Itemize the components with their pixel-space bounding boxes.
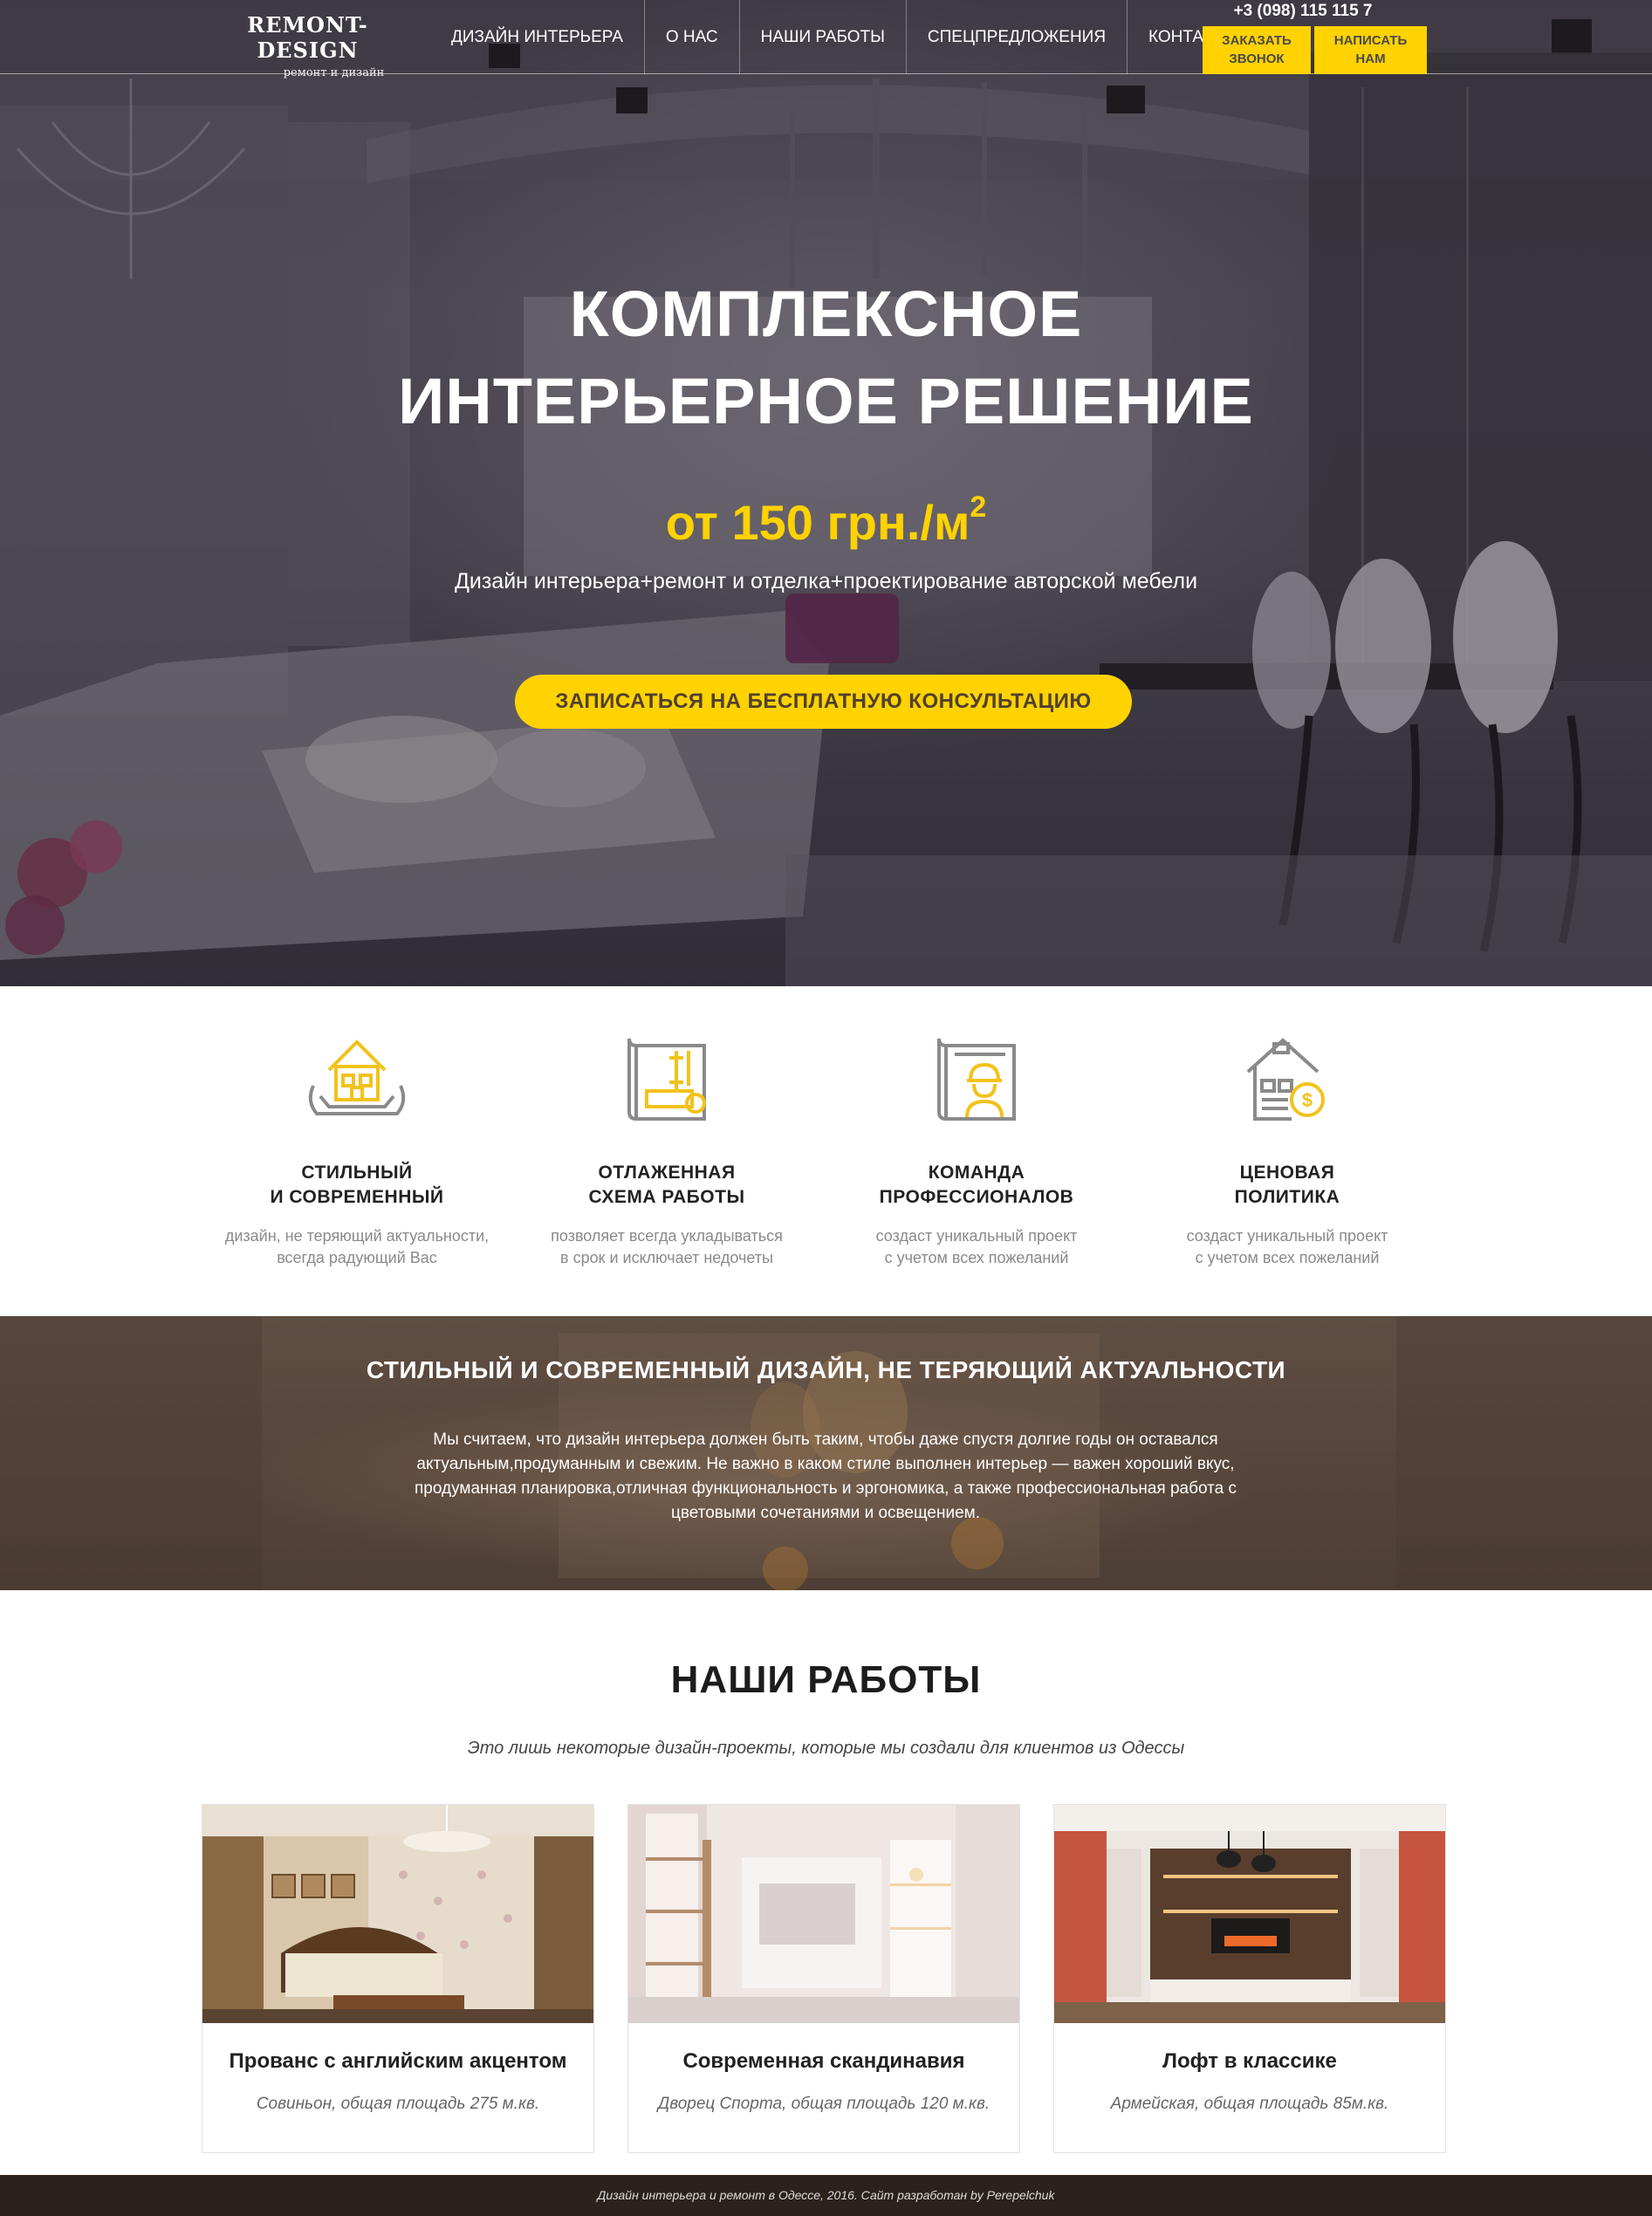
feature-desc-line-2: всегда радующий Вас (277, 1249, 437, 1266)
order-call-button[interactable]: ЗАКАЗАТЬ ЗВОНОК (1203, 26, 1311, 74)
work-title: Прованс с английским акцентом (229, 2049, 567, 2073)
feature-desc-line-1: позволяет всегда укладываться (551, 1227, 783, 1245)
hero-section: REMONT-DESIGN ремонт и дизайн ДИЗАЙН ИНТ… (0, 0, 1652, 986)
nav-item-about[interactable]: О НАС (645, 0, 740, 74)
feature-description: создаст уникальный проект с учетом всех … (1130, 1225, 1444, 1269)
hero-title-line-2: ИНТЕРЬЕРНОЕ РЕШЕНИЕ (398, 365, 1254, 437)
write-us-button[interactable]: НАПИСАТЬ НАМ (1314, 26, 1427, 74)
works-title: НАШИ РАБОТЫ (670, 1658, 982, 1701)
feature-description: создаст уникальный проект с учетом всех … (819, 1225, 1134, 1269)
feature-title: ЦЕНОВАЯ ПОЛИТИКА (1130, 1161, 1444, 1210)
work-title: Современная скандинавия (682, 2049, 965, 2073)
feature-item-team: КОМАНДА ПРОФЕССИОНАЛОВ создаст уникальны… (819, 986, 1134, 1269)
features-section: СТИЛЬНЫЙ И СОВРЕМЕННЫЙ дизайн, не теряющ… (0, 986, 1652, 1316)
work-subtitle: Совиньон, общая площадь 275 м.кв. (256, 2095, 540, 2113)
write-us-label-1: НАПИСАТЬ (1333, 33, 1408, 48)
about-text-line-2: актуальным,продуманным и свежим. Не важн… (416, 1455, 1235, 1473)
feature-item-pricing: $ ЦЕНОВАЯ ПОЛИТИКА создаст уникальный пр… (1130, 986, 1444, 1269)
feature-item-stylish: СТИЛЬНЫЙ И СОВРЕМЕННЫЙ дизайн, не теряющ… (200, 986, 514, 1269)
about-text: Мы считаем, что дизайн интерьера должен … (380, 1428, 1271, 1526)
hero-price-sup: 2 (970, 491, 987, 524)
logo-subtitle: ремонт и дизайн (283, 66, 385, 79)
feature-desc-line-1: создаст уникальный проект (1186, 1227, 1388, 1245)
house-hands-icon (308, 1039, 406, 1115)
feature-desc-line-1: создаст уникальный проект (875, 1227, 1078, 1245)
hero-subtitle: Дизайн интерьера+ремонт и отделка+проект… (454, 569, 1198, 593)
nav-item-interior-design[interactable]: ДИЗАЙН ИНТЕРЬЕРА (430, 0, 645, 74)
hero-title-line-1: КОМПЛЕКСНОЕ (569, 278, 1083, 350)
about-title: СТИЛЬНЫЙ И СОВРЕМЕННЫЙ ДИЗАЙН, НЕ ТЕРЯЮЩ… (366, 1356, 1286, 1383)
price-house-icon: $ (1246, 1038, 1325, 1121)
hero-title: КОМПЛЕКСНОЕ ИНТЕРЬЕРНОЕ РЕШЕНИЕ (0, 271, 1652, 445)
works-subtitle: Это лишь некоторые дизайн-проекты, котор… (467, 1739, 1185, 1758)
site-header: REMONT-DESIGN ремонт и дизайн ДИЗАЙН ИНТ… (0, 0, 1652, 79)
feature-title-line-2: ПРОФЕССИОНАЛОВ (879, 1187, 1074, 1207)
logo-title: REMONT-DESIGN (247, 12, 368, 63)
work-card-provence[interactable]: Прованс с английским акцентом Совиньон, … (202, 1804, 594, 2153)
feature-desc-line-2: с учетом всех пожеланий (884, 1249, 1069, 1266)
order-call-label-2: ЗВОНОК (1229, 51, 1285, 66)
header-contact-box: +3 (098) 115 115 7 ЗАКАЗАТЬ ЗВОНОК НАПИС… (1203, 0, 1429, 74)
work-subtitle: Армейская, общая площадь 85м.кв. (1110, 2095, 1389, 2113)
feature-description: позволяет всегда укладываться в срок и и… (510, 1225, 824, 1269)
blueprint-icon (627, 1038, 706, 1121)
hero-price-text: от 150 грн./м (665, 495, 970, 550)
feature-title-line-1: ЦЕНОВАЯ (1239, 1163, 1335, 1183)
footer-text: Дизайн интерьера и ремонт в Одессе, 2016… (597, 2188, 1055, 2202)
write-us-label-2: НАМ (1355, 51, 1386, 66)
work-subtitle: Дворец Спорта, общая площадь 120 м.кв. (657, 2095, 991, 2113)
scandinavian-livingroom-image (628, 1805, 1019, 2023)
about-text-line-4: цветовыми сочетаниями и освещением. (671, 1504, 980, 1522)
feature-title: ОТЛАЖЕННАЯ СХЕМА РАБОТЫ (510, 1161, 824, 1210)
site-footer: Дизайн интерьера и ремонт в Одессе, 2016… (0, 2175, 1652, 2216)
svg-text:$: $ (1302, 1089, 1313, 1111)
about-section: СТИЛЬНЫЙ И СОВРЕМЕННЫЙ ДИЗАЙН, НЕ ТЕРЯЮЩ… (0, 1316, 1652, 1590)
feature-title-line-1: СТИЛЬНЫЙ (301, 1163, 413, 1183)
about-text-line-3: продуманная планировка,отличная функцион… (415, 1479, 1237, 1498)
feature-item-workflow: ОТЛАЖЕННАЯ СХЕМА РАБОТЫ позволяет всегда… (510, 986, 824, 1269)
provence-bedroom-image (202, 1805, 593, 2023)
feature-title-line-2: И СОВРЕМЕННЫЙ (270, 1187, 444, 1207)
work-photo (628, 1805, 1019, 2023)
hero-price: от 150 грн./м2 (0, 491, 1652, 551)
feature-title: КОМАНДА ПРОФЕССИОНАЛОВ (819, 1161, 1134, 1210)
feature-desc-line-1: дизайн, не теряющий актуальности, (224, 1227, 490, 1245)
works-section: НАШИ РАБОТЫ Это лишь некоторые дизайн-пр… (0, 1590, 1652, 2175)
order-call-label-1: ЗАКАЗАТЬ (1222, 33, 1292, 48)
work-card-scandinavian[interactable]: Современная скандинавия Дворец Спорта, о… (627, 1804, 1020, 2153)
phone-number[interactable]: +3 (098) 115 115 7 (1203, 2, 1429, 21)
feature-title-line-1: ОТЛАЖЕННАЯ (598, 1163, 736, 1183)
work-photo (1054, 1805, 1445, 2023)
main-nav: ДИЗАЙН ИНТЕРЬЕРА О НАС НАШИ РАБОТЫ СПЕЦП… (430, 0, 1259, 74)
feature-title: СТИЛЬНЫЙ И СОВРЕМЕННЫЙ (200, 1161, 514, 1210)
loft-livingroom-image (1054, 1805, 1445, 2023)
about-text-line-1: Мы считаем, что дизайн интерьера должен … (433, 1430, 1218, 1449)
logo[interactable]: REMONT-DESIGN ремонт и дизайн (202, 12, 414, 79)
work-card-loft[interactable]: Лофт в классике Армейская, общая площадь… (1053, 1804, 1446, 2153)
feature-desc-line-2: в срок и исключает недочеты (560, 1249, 773, 1266)
work-title: Лофт в классике (1162, 2049, 1337, 2073)
feature-desc-line-2: с учетом всех пожеланий (1195, 1249, 1380, 1266)
nav-item-special-offers[interactable]: СПЕЦПРЕДЛОЖЕНИЯ (907, 0, 1128, 74)
free-consultation-button[interactable]: ЗАПИСАТЬСЯ НА БЕСПЛАТНУЮ КОНСУЛЬТАЦИЮ (515, 675, 1132, 729)
work-photo (202, 1805, 593, 2023)
engineer-icon (937, 1038, 1016, 1121)
feature-title-line-2: СХЕМА РАБОТЫ (588, 1187, 745, 1207)
nav-item-works[interactable]: НАШИ РАБОТЫ (740, 0, 907, 74)
feature-title-line-1: КОМАНДА (928, 1163, 1025, 1183)
feature-title-line-2: ПОЛИТИКА (1234, 1187, 1340, 1207)
feature-description: дизайн, не теряющий актуальности, всегда… (200, 1225, 514, 1269)
